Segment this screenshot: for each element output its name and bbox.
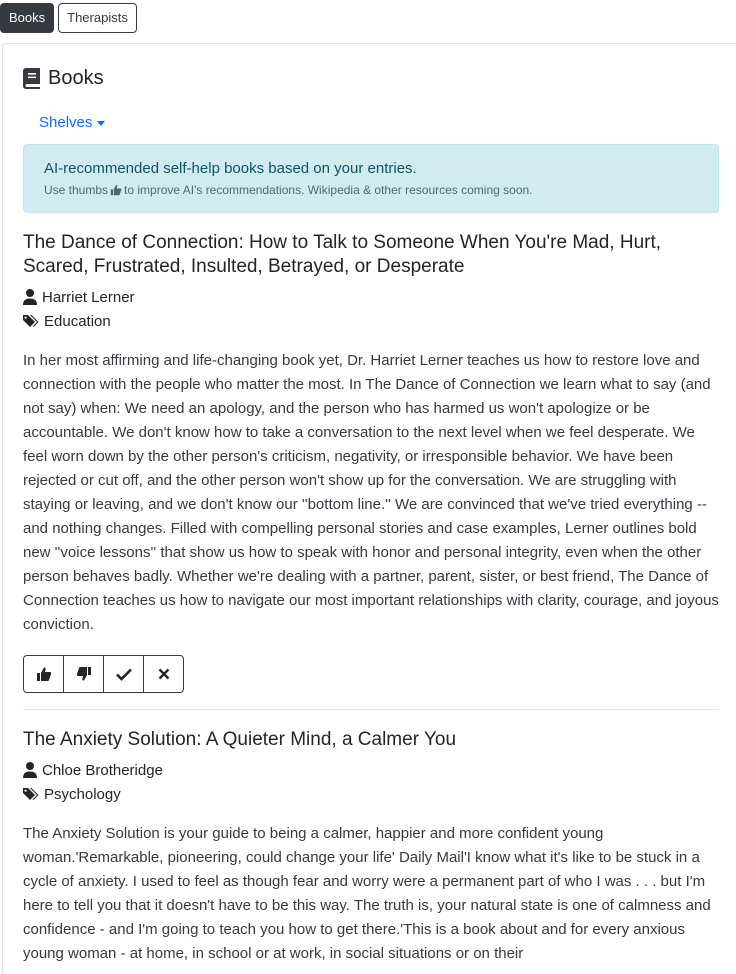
user-icon bbox=[23, 289, 37, 305]
page-title: Books bbox=[48, 66, 104, 89]
book-author: Chloe Brotheridge bbox=[23, 758, 719, 782]
thumbs-up-icon bbox=[110, 185, 122, 196]
check-icon bbox=[115, 668, 132, 681]
author-name: Harriet Lerner bbox=[42, 288, 135, 306]
book-category: Education bbox=[23, 309, 719, 333]
category-name: Psychology bbox=[44, 785, 121, 803]
book-item: The Dance of Connection: How to Talk to … bbox=[23, 231, 719, 693]
shelves-label: Shelves bbox=[39, 113, 93, 131]
caret-down-icon bbox=[97, 120, 106, 126]
book-description: In her most affirming and life-changing … bbox=[23, 352, 719, 633]
mark-read-button[interactable] bbox=[103, 655, 144, 693]
books-heading: Books bbox=[23, 64, 719, 92]
shelves-dropdown[interactable]: Shelves bbox=[39, 112, 719, 132]
user-icon bbox=[23, 762, 37, 778]
thumbs-down-button[interactable] bbox=[63, 655, 104, 693]
feedback-buttons bbox=[23, 655, 187, 693]
category-name: Education bbox=[44, 312, 111, 330]
book-item: The Anxiety Solution: A Quieter Mind, a … bbox=[23, 728, 719, 966]
tags-icon bbox=[23, 315, 39, 327]
divider bbox=[23, 709, 719, 710]
dismiss-button[interactable] bbox=[143, 655, 184, 693]
book-description: The Anxiety Solution is your guide to be… bbox=[23, 825, 711, 962]
book-title: The Dance of Connection: How to Talk to … bbox=[23, 232, 662, 277]
alert-sub-suffix: to improve AI's recommendations. Wikiped… bbox=[124, 183, 533, 197]
book-category: Psychology bbox=[23, 782, 719, 806]
book-icon bbox=[23, 67, 40, 89]
tab-therapists[interactable]: Therapists bbox=[58, 3, 137, 33]
alert-sub-prefix: Use thumbs bbox=[44, 183, 109, 197]
book-title: The Anxiety Solution: A Quieter Mind, a … bbox=[23, 729, 457, 750]
thumbs-down-icon bbox=[76, 667, 91, 681]
close-icon bbox=[158, 668, 169, 680]
alert-main-text: AI-recommended self-help books based on … bbox=[44, 160, 417, 177]
thumbs-up-icon bbox=[36, 667, 51, 681]
info-alert: AI-recommended self-help books based on … bbox=[23, 144, 719, 213]
books-card: Books Shelves AI-recommended self-help b… bbox=[2, 43, 736, 974]
book-author: Harriet Lerner bbox=[23, 285, 719, 309]
author-name: Chloe Brotheridge bbox=[42, 761, 163, 779]
top-tabs: Books Therapists bbox=[0, 3, 141, 33]
thumbs-up-button[interactable] bbox=[23, 655, 64, 693]
tags-icon bbox=[23, 788, 39, 800]
alert-sub-text: Use thumbs to improve AI's recommendatio… bbox=[44, 182, 698, 198]
tab-books[interactable]: Books bbox=[0, 3, 55, 33]
